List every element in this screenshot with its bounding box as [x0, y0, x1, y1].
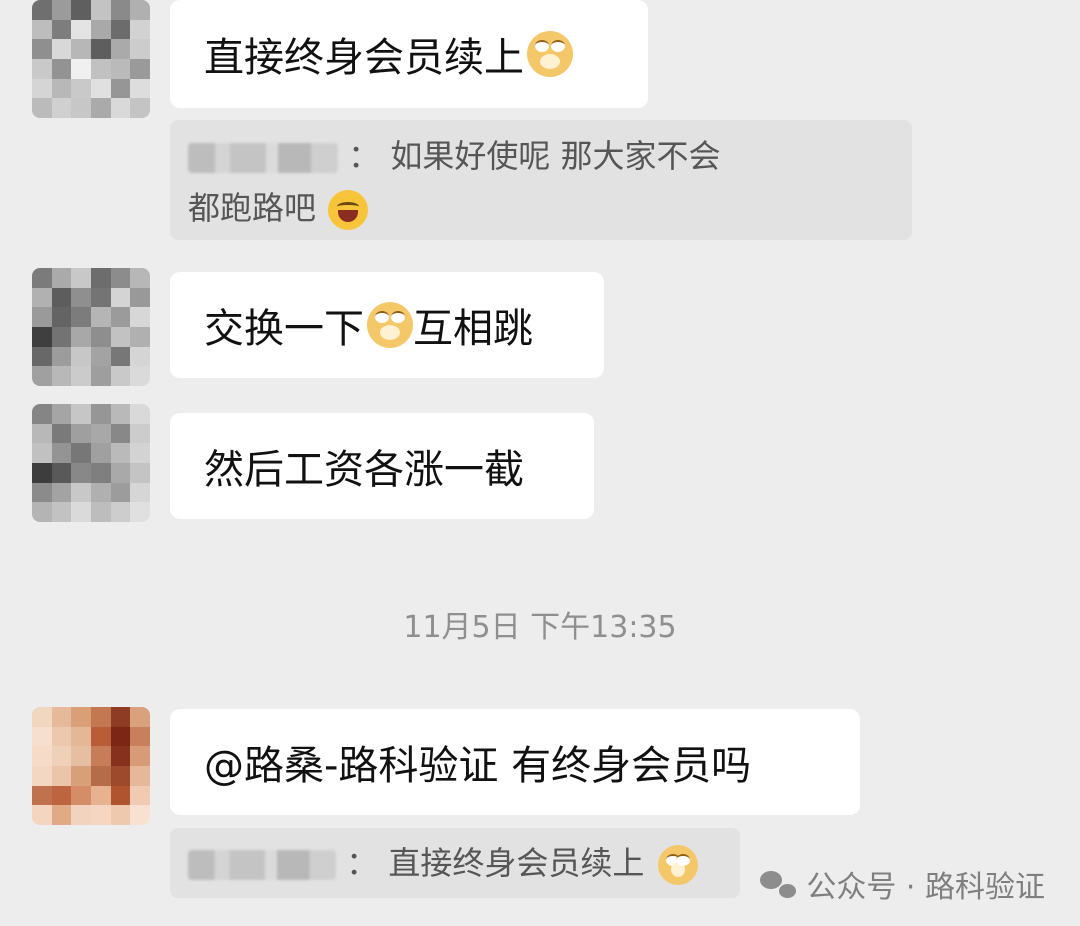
message-text-1: 直接终身会员续上: [204, 35, 524, 81]
message-timestamp: 11月5日 下午13:35: [403, 610, 677, 645]
message-bubble-1[interactable]: 直接终身会员续上: [170, 0, 648, 108]
quoted-message-2-text: 直接终身会员续上: [388, 844, 645, 882]
avatar-4[interactable]: [32, 707, 150, 825]
quoted-message-1[interactable]: ： 如果好使呢 那大家不会 都跑路吧: [170, 120, 912, 240]
quoted-message-1-text-line-1: 如果好使呢 那大家不会: [390, 137, 721, 175]
blurred-sender-name-icon: [188, 850, 336, 880]
quoted-message-1-line-2: 都跑路吧: [188, 182, 894, 234]
shiba-dog-emoji-icon: [367, 302, 413, 348]
tears-of-joy-emoji-icon: [328, 190, 369, 230]
message-text-2: 交换一下: [204, 306, 364, 352]
blurred-sender-name-icon: [188, 143, 338, 173]
watermark-text: 公众号 · 路科验证: [806, 870, 1045, 905]
message-bubble-2[interactable]: 交换一下 互相跳: [170, 272, 604, 378]
wechat-icon: [760, 866, 797, 902]
message-bubble-3[interactable]: 然后工资各涨一截: [170, 413, 594, 519]
avatar-1[interactable]: [32, 0, 150, 118]
chat-conversation: 直接终身会员续上 ： 如果好使呢 那大家不会 都跑路吧 交换一下 互相跳 然后工…: [0, 0, 1080, 926]
avatar-2[interactable]: [32, 268, 150, 386]
shiba-dog-emoji-icon: [657, 845, 698, 885]
quoted-message-2[interactable]: ： 直接终身会员续上: [170, 828, 740, 898]
quoted-message-1-text-line-2: 都跑路吧: [188, 189, 317, 227]
quote-separator: ：: [348, 137, 381, 175]
wechat-official-account-watermark: 公众号 · 路科验证: [760, 862, 1045, 906]
message-text-3: 然后工资各涨一截: [204, 447, 524, 493]
message-text-2-suffix: 互相跳: [413, 306, 533, 352]
message-bubble-4[interactable]: @路桑-路科验证 有终身会员吗: [170, 709, 860, 815]
shiba-dog-emoji-icon: [527, 31, 573, 77]
quoted-message-1-line-1: ： 如果好使呢 那大家不会: [188, 130, 894, 182]
avatar-3[interactable]: [32, 404, 150, 522]
message-text-4: @路桑-路科验证 有终身会员吗: [204, 743, 752, 789]
quote-separator: ：: [346, 844, 379, 882]
